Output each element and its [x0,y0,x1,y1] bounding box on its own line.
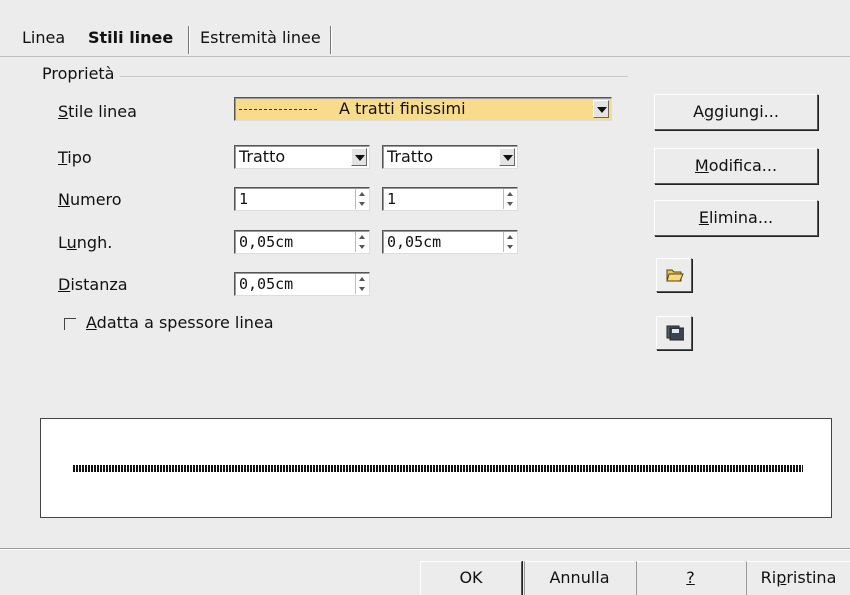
lunghezza-spinner-2[interactable]: 0,05cm [382,230,518,254]
distanza-label: Distanza [58,275,128,294]
numero-label: Numero [58,190,122,209]
chevron-down-icon[interactable] [499,148,515,166]
spin-arrows-icon[interactable] [503,189,515,209]
lunghezza-value-1: 0,05cm [239,233,294,251]
tab-stili-linee[interactable]: Stili linee [80,22,181,56]
tab-separator [188,26,190,54]
help-button[interactable]: ? [636,561,744,595]
tabs-divider [0,56,850,57]
tab-separator [330,26,332,54]
tipo-value-2: Tratto [387,147,434,166]
elimina-button[interactable]: Elimina... [654,200,818,236]
dash-preview [239,109,319,110]
adatta-spessore-label[interactable]: Adatta a spessore linea [86,312,274,334]
spin-arrows-icon[interactable] [355,274,367,294]
chevron-down-icon[interactable] [593,100,609,118]
footer-divider [0,548,850,550]
lunghezza-value-2: 0,05cm [387,233,442,251]
group-label-proprieta: Proprietà [42,64,121,83]
save-icon [666,325,684,341]
numero-spinner-1[interactable]: 1 [234,187,370,211]
tipo-label: Tipo [58,148,92,167]
tab-estremita-linee[interactable]: Estremità linee [192,22,329,56]
tab-bar: Linea Stili linee Estremità linee [0,22,850,56]
aggiungi-button[interactable]: Aggiungi... [654,94,818,130]
spin-arrows-icon[interactable] [355,232,367,252]
distanza-value: 0,05cm [239,275,294,293]
tipo-select-2[interactable]: Tratto [382,145,518,169]
spin-arrows-icon[interactable] [355,189,367,209]
lunghezza-spinner-1[interactable]: 0,05cm [234,230,370,254]
stile-linea-label: Stile linea [58,102,137,121]
spin-arrows-icon[interactable] [503,232,515,252]
tipo-select-1[interactable]: Tratto [234,145,370,169]
numero-spinner-2[interactable]: 1 [382,187,518,211]
distanza-spinner[interactable]: 0,05cm [234,272,370,296]
numero-value-2: 1 [387,190,397,208]
tipo-value-1: Tratto [239,147,286,166]
modifica-button[interactable]: Modifica... [654,148,818,184]
annulla-button[interactable]: Annulla [524,561,634,595]
chevron-down-icon[interactable] [351,148,367,166]
ok-button[interactable]: OK [420,561,522,595]
load-styles-button[interactable] [656,258,692,292]
adatta-spessore-checkbox[interactable] [64,318,76,330]
ripristina-button[interactable]: Ripristina [746,561,850,595]
folder-open-icon [666,269,684,282]
numero-value-1: 1 [239,190,249,208]
tab-linea[interactable]: Linea [14,22,73,56]
save-styles-button[interactable] [656,316,692,350]
stile-linea-value: A tratti finissimi [339,99,466,118]
stile-linea-select[interactable]: A tratti finissimi [234,97,612,121]
group-divider [108,76,628,77]
line-preview [40,418,832,518]
preview-dashed-line [73,465,803,472]
lunghezza-label: Lungh. [58,233,113,252]
